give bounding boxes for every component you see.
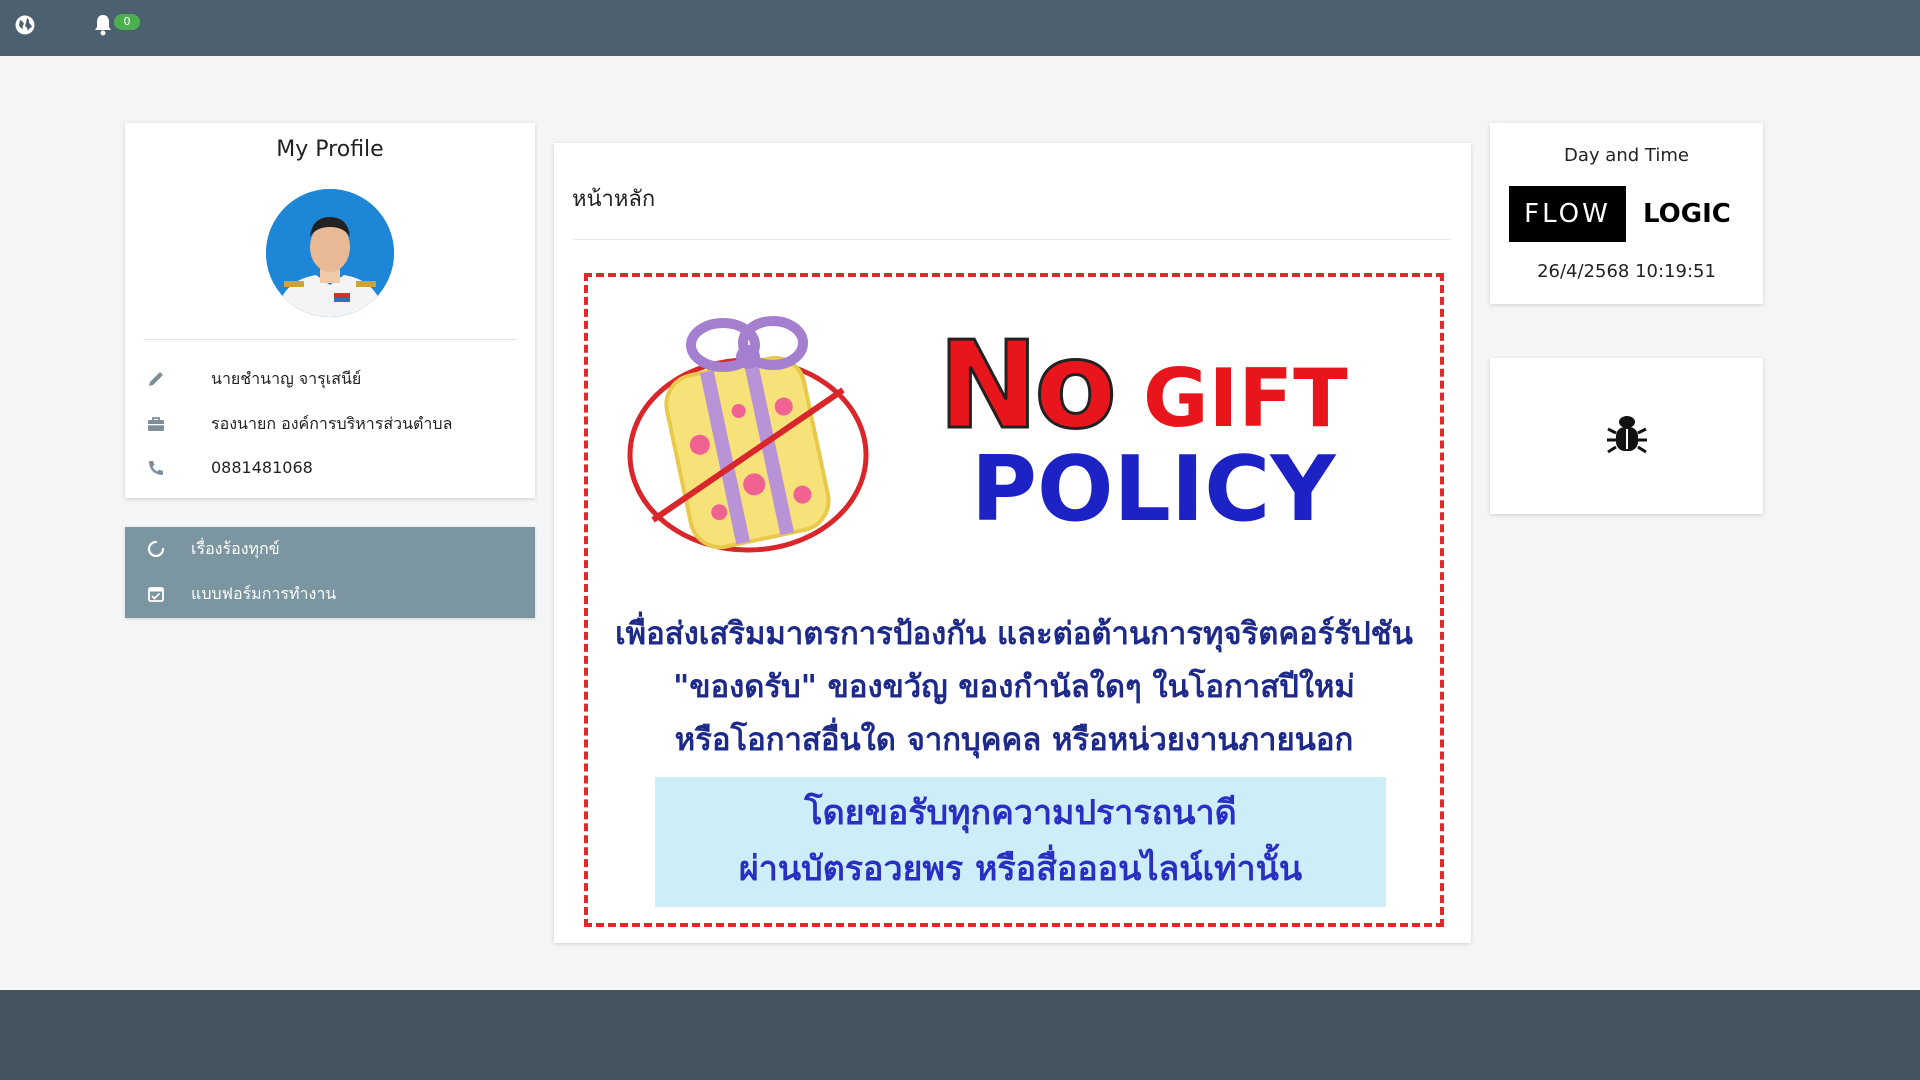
poster-line-2: "ของดรับ" ของขวัญ ของกำนัลใดๆ ในโอกาสปีใ…: [673, 669, 1355, 705]
poster-box-line-2: ผ่านบัตรอวยพร หรือสื่อออนไลน์เท่านั้น: [738, 849, 1303, 889]
poster-highlight-box: โดยขอรับทุกความปรารถนาดี ผ่านบัตรอวยพร ห…: [655, 777, 1386, 907]
profile-name: นายชำนาญ จารุเสนีย์: [211, 369, 362, 388]
pencil-icon: [149, 372, 163, 386]
menu-item-work-forms[interactable]: แบบฟอร์มการทำงาน: [125, 572, 535, 616]
menu-item-label: แบบฟอร์มการทำงาน: [191, 584, 337, 603]
phone-icon: [149, 461, 163, 475]
avatar-image: [266, 189, 394, 317]
bug-report-card[interactable]: [1490, 358, 1763, 514]
footer: [0, 990, 1920, 1080]
no-gift-policy-poster: No GIFT POLICY เพื่อส่งเสริมมาตรการป้องก…: [584, 273, 1444, 927]
main-content-card: หน้าหลัก No GIFT POLICY เพื่อส่งเสริมมาต…: [554, 143, 1471, 943]
poster-box-line-1: โดยขอรับทุกความปรารถนาดี: [804, 793, 1237, 833]
poster-heading-no: No: [937, 317, 1119, 456]
profile-phone-row: 0881481068: [147, 456, 517, 480]
bug-icon[interactable]: [1606, 412, 1648, 456]
side-menu: เรื่องร้องทุกข์ แบบฟอร์มการทำงาน: [125, 527, 535, 618]
notification-badge: 0: [114, 14, 140, 30]
bell-icon[interactable]: [92, 13, 114, 37]
day-time-title: Day and Time: [1564, 145, 1689, 166]
circle-notch-icon: [147, 540, 165, 558]
profile-name-row: นายชำนาญ จารุเสนีย์: [147, 367, 517, 391]
menu-item-label: เรื่องร้องทุกข์: [191, 539, 280, 558]
flowlogic-logo-logic: LOGIC: [1643, 199, 1731, 229]
profile-phone: 0881481068: [211, 458, 313, 477]
avatar: [266, 189, 394, 317]
poster-line-3: หรือโอกาสอื่นใด จากบุคคล หรือหน่วยงานภาย…: [674, 722, 1354, 758]
profile-title: My Profile: [276, 137, 384, 162]
briefcase-icon: [148, 417, 164, 431]
globe-icon[interactable]: [14, 14, 36, 36]
calendar-check-icon: [148, 587, 164, 602]
menu-item-complaints[interactable]: เรื่องร้องทุกข์: [125, 527, 535, 571]
top-navbar: 0: [0, 0, 1920, 56]
poster-heading-gift: GIFT: [1143, 352, 1348, 445]
profile-card: My Profile นายชำนาญ จารุเสนีย์ รองนายก อ…: [125, 123, 535, 498]
page-title: หน้าหลัก: [572, 187, 656, 212]
flowlogic-logo-flow: FLOW: [1509, 186, 1626, 242]
current-datetime: 26/4/2568 10:19:51: [1537, 261, 1716, 282]
gift-prohibited-illustration: [627, 316, 869, 553]
profile-divider: [143, 339, 517, 340]
profile-position-row: รองนายก องค์การบริหารส่วนตำบล: [147, 412, 517, 436]
title-divider: [572, 239, 1452, 240]
day-time-card: Day and Time FLOW LOGIC 26/4/2568 10:19:…: [1490, 123, 1763, 304]
poster-heading-policy: POLICY: [971, 437, 1336, 542]
poster-line-1: เพื่อส่งเสริมมาตรการป้องกัน และต่อต้านกา…: [615, 616, 1413, 652]
profile-position: รองนายก องค์การบริหารส่วนตำบล: [211, 414, 453, 433]
